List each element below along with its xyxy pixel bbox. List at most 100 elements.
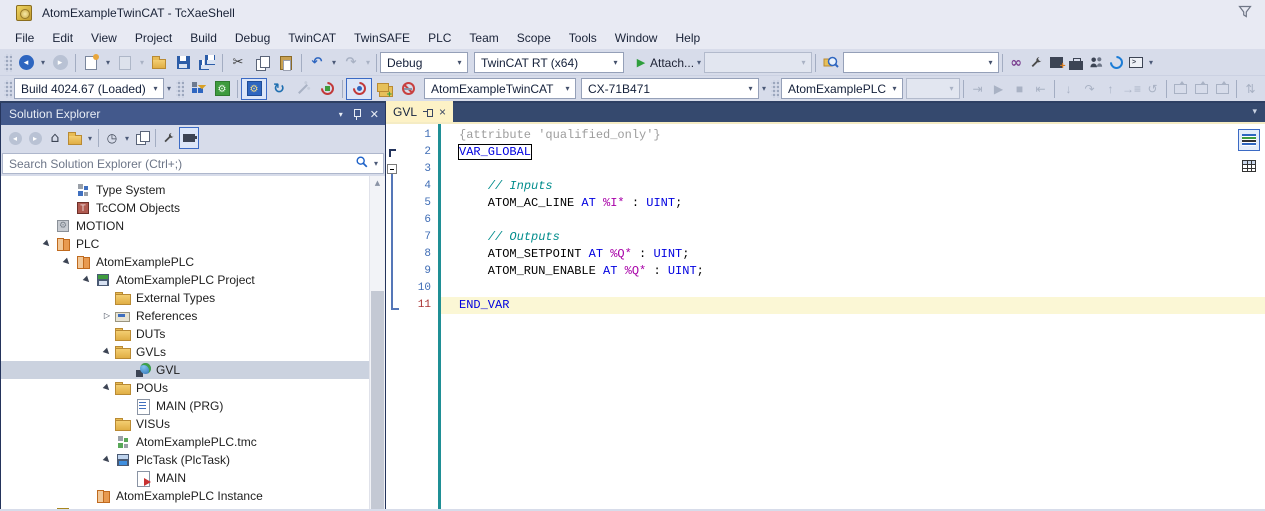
code-line-8[interactable]: 8 ATOM_SETPOINT AT %Q* : UINT; [386,246,1265,263]
new-project-dropdown[interactable]: ▾ [103,58,113,67]
code-line-4[interactable]: 4 // Inputs [386,178,1265,195]
menu-window[interactable]: Window [606,28,667,48]
open-file-button[interactable] [147,52,171,74]
se-pending-changes-filter-button[interactable]: ◷ [102,127,122,149]
feedback-funnel-icon[interactable] [1237,4,1253,23]
code-line-9[interactable]: 9 ATOM_RUN_ENABLE AT %Q* : UINT; [386,263,1265,280]
expander-expanded-icon[interactable]: ▶ [76,269,99,292]
menu-tools[interactable]: Tools [560,28,606,48]
find-in-files-button[interactable] [819,52,843,74]
expander-collapsed-icon[interactable]: ▷ [99,308,115,324]
restart-config-mode-button[interactable]: ⚙ [241,77,267,100]
attach-button[interactable]: ▶ [632,52,650,74]
toolbar-overflow[interactable]: ▾ [759,84,769,93]
tree-item-main[interactable]: MAIN [1,469,369,487]
copy-button[interactable] [250,52,274,74]
menu-team[interactable]: Team [460,28,507,48]
tree-item-visus[interactable]: VISUs [1,415,369,433]
se-preview-selected-items-toggle[interactable] [179,127,199,149]
tree-item-motion[interactable]: ⚙ MOTION [1,217,369,235]
restart-run-mode-button[interactable]: ⚙ [210,78,234,100]
undo-dropdown[interactable]: ▾ [329,58,339,67]
new-project-button[interactable] [79,52,103,74]
scrollbar-thumb[interactable] [371,291,384,509]
toolbar-grip[interactable] [176,79,184,98]
toolbox-button[interactable] [1046,52,1066,74]
tree-item-gvl[interactable]: GVL [1,361,369,379]
pin-icon[interactable] [352,108,361,120]
menu-scope[interactable]: Scope [508,28,560,48]
menu-twincat[interactable]: TwinCAT [279,28,345,48]
search-magnifier-icon[interactable] [355,155,369,172]
show-sub-items-button[interactable] [372,78,396,100]
toggle-free-run-button[interactable] [315,78,339,100]
reload-devices-button[interactable]: ↻ [267,78,291,100]
tab-pin-icon[interactable] [423,107,434,117]
extensions-button[interactable]: ∞ [1006,52,1026,74]
command-window-button[interactable]: > [1126,52,1146,74]
solution-explorer-search-input[interactable] [3,156,355,171]
tree-item-atomexampleplc-tmc[interactable]: AtomExamplePLC.tmc [1,433,369,451]
toolbar-grip[interactable] [4,79,12,98]
toolbar-grip[interactable] [4,53,12,72]
code-line-3[interactable]: 3 [386,161,1265,178]
toolbar-overflow[interactable]: ▾ [164,84,174,93]
navigate-back-button[interactable]: ◂ [14,52,38,74]
scroll-up-arrow-icon[interactable]: ▲ [370,176,385,191]
menu-twinsafe[interactable]: TwinSAFE [345,28,419,48]
package-manager-button[interactable] [1066,52,1086,74]
security-management-button[interactable] [396,78,420,100]
tree-item-tccom-objects[interactable]: T TcCOM Objects [1,199,369,217]
cut-button[interactable]: ✂ [226,52,250,74]
tree-item-atomexampleplc-instance[interactable]: AtomExamplePLC Instance [1,487,369,505]
toolbar-options-dropdown[interactable]: ▾ [1146,58,1156,67]
code-editor[interactable]: 1 {attribute 'qualified_only'} 2 VAR_GLOBAL… [386,124,1265,509]
tree-item-pous[interactable]: ▶ POUs [1,379,369,397]
tree-item-external-types[interactable]: External Types [1,289,369,307]
code-line-6[interactable]: 6 [386,212,1265,229]
expander-expanded-icon[interactable]: ▶ [96,449,119,472]
build-version-combo[interactable]: Build 4024.67 (Loaded) ▾ [14,78,164,99]
attach-label[interactable]: Attach... [650,56,694,70]
team-explorer-button[interactable] [1086,52,1106,74]
window-position-chevron-icon[interactable]: ▾ [339,110,343,119]
solution-tree[interactable]: Type System T TcCOM Objects ⚙ MOTION ▶ PLC ▶ Ato… [1,176,369,509]
tree-item-plctask-plctask-[interactable]: ▶ PlcTask (PlcTask) [1,451,369,469]
target-system-combo[interactable]: CX-71B471 ▾ [581,78,759,99]
menu-view[interactable]: View [82,28,126,48]
save-all-button[interactable] [195,52,219,74]
code-line-7[interactable]: 7 // Outputs [386,229,1265,246]
solution-explorer-header[interactable]: Solution Explorer ▾ ✕ [1,103,385,125]
search-options-dropdown[interactable]: ▾ [371,159,381,168]
twincat-project-combo[interactable]: AtomExampleTwinCAT ▾ [424,78,576,99]
menu-help[interactable]: Help [666,28,709,48]
menu-file[interactable]: File [6,28,43,48]
menu-debug[interactable]: Debug [226,28,279,48]
tree-item-duts[interactable]: DUTs [1,325,369,343]
tabular-view-toggle[interactable] [1238,155,1260,177]
tab-close-icon[interactable]: × [439,106,446,118]
document-list-chevron-icon[interactable]: ▾ [1252,107,1257,117]
help-viewer-button[interactable] [1106,52,1126,74]
activate-configuration-button[interactable] [186,78,210,100]
menu-project[interactable]: Project [126,28,181,48]
solution-configuration-combo[interactable]: Debug ▾ [380,52,468,73]
menu-build[interactable]: Build [181,28,226,48]
search-combo[interactable]: ▾ [843,52,1000,73]
undo-button[interactable]: ↶ [305,52,329,74]
se-properties-button[interactable] [159,127,179,149]
menu-plc[interactable]: PLC [419,28,460,48]
tree-item-atomexampleplc[interactable]: ▶ AtomExamplePLC [1,253,369,271]
tree-item-atomexampleplc-project[interactable]: ▶ AtomExamplePLC Project [1,271,369,289]
solution-platform-combo[interactable]: TwinCAT RT (x64) ▾ [474,52,624,73]
close-icon[interactable]: ✕ [370,108,379,121]
code-line-10[interactable]: 10 [386,280,1265,297]
plc-project-combo[interactable]: AtomExamplePLC ▾ [781,78,903,99]
navigate-back-dropdown[interactable]: ▾ [38,58,48,67]
se-home-button[interactable]: ⌂ [45,127,65,149]
toolbar-grip[interactable] [771,79,779,98]
tree-scrollbar[interactable]: ▲ [369,176,385,509]
code-line-11[interactable]: 11 END_VAR [386,297,1265,314]
show-online-data-button[interactable] [346,77,372,100]
tree-item-clipped[interactable] [1,505,369,509]
